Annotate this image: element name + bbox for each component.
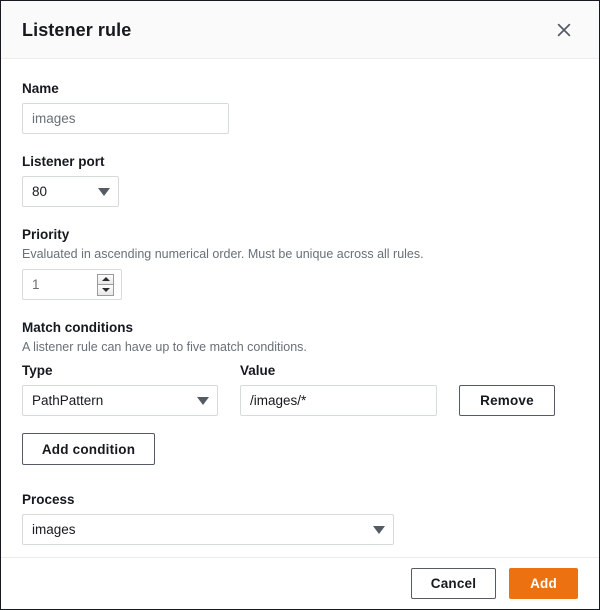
dialog-footer: Cancel Add [1,557,599,609]
listener-port-select-wrap: 80 [22,176,119,207]
priority-stepper-wrap [22,269,122,300]
match-conditions-description: A listener rule can have up to five matc… [22,339,578,355]
add-condition-button[interactable]: Add condition [22,433,155,465]
condition-type-header: Type [22,362,218,380]
add-button[interactable]: Add [509,568,578,599]
stepper-increment-button[interactable] [98,275,113,285]
process-value: images [32,522,76,537]
condition-value-input[interactable] [240,385,437,416]
stepper-decrement-button[interactable] [98,285,113,295]
triangle-down-icon [102,288,110,292]
field-name: Name [22,80,578,134]
name-label: Name [22,80,578,98]
dialog-body: Name Listener port 80 Priority Evaluated… [1,59,599,557]
field-priority: Priority Evaluated in ascending numerica… [22,226,578,300]
close-icon [555,21,573,39]
condition-action-column: Remove [459,385,555,416]
listener-port-select[interactable]: 80 [22,176,119,207]
condition-value-header: Value [240,362,437,380]
listener-rule-dialog: Listener rule Name Listener port 80 [0,0,600,610]
priority-label: Priority [22,226,578,244]
dialog-header: Listener rule [1,1,599,59]
process-select[interactable]: images [22,514,394,545]
close-button[interactable] [551,17,577,43]
cancel-button[interactable]: Cancel [411,568,496,599]
field-match-conditions: Match conditions A listener rule can hav… [22,319,578,465]
match-conditions-label: Match conditions [22,319,578,337]
process-select-wrap: images [22,514,394,545]
field-listener-port: Listener port 80 [22,153,578,207]
quantity-stepper [97,274,114,296]
remove-condition-button[interactable]: Remove [459,385,555,416]
condition-value-column: Value [240,362,437,416]
condition-type-select-wrap: PathPattern [22,385,218,416]
page-title: Listener rule [22,21,551,39]
condition-type-value: PathPattern [32,393,103,408]
name-input[interactable] [22,103,229,134]
field-process: Process images [22,491,578,545]
listener-port-label: Listener port [22,153,578,171]
table-row: Type PathPattern Value Remove [22,362,578,416]
condition-type-column: Type PathPattern [22,362,218,416]
priority-description: Evaluated in ascending numerical order. … [22,246,578,262]
listener-port-value: 80 [32,184,47,199]
process-label: Process [22,491,578,509]
add-condition-row: Add condition [22,433,578,465]
condition-type-select[interactable]: PathPattern [22,385,218,416]
triangle-up-icon [102,277,110,281]
